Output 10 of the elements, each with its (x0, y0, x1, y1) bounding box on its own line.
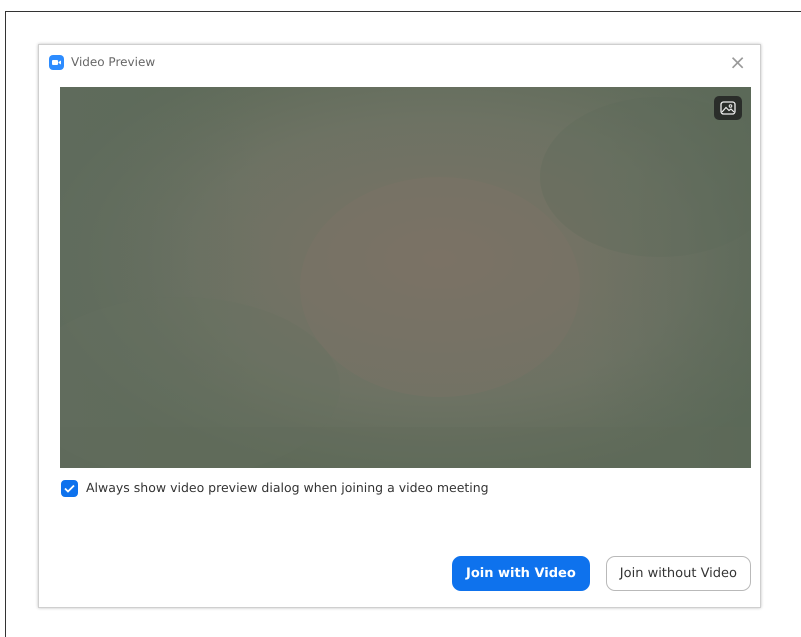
checkbox[interactable] (61, 480, 78, 497)
app-logo-icon (49, 54, 64, 70)
join-without-video-button[interactable]: Join without Video (606, 556, 751, 591)
join-with-video-button[interactable]: Join with Video (452, 556, 590, 591)
image-icon (720, 101, 736, 115)
background-image-button[interactable] (714, 96, 742, 120)
window-title: Video Preview (71, 54, 156, 71)
check-icon (64, 484, 75, 493)
checkbox-label: Always show video preview dialog when joining a video meeting (86, 479, 489, 497)
close-button[interactable]: × (725, 52, 750, 72)
